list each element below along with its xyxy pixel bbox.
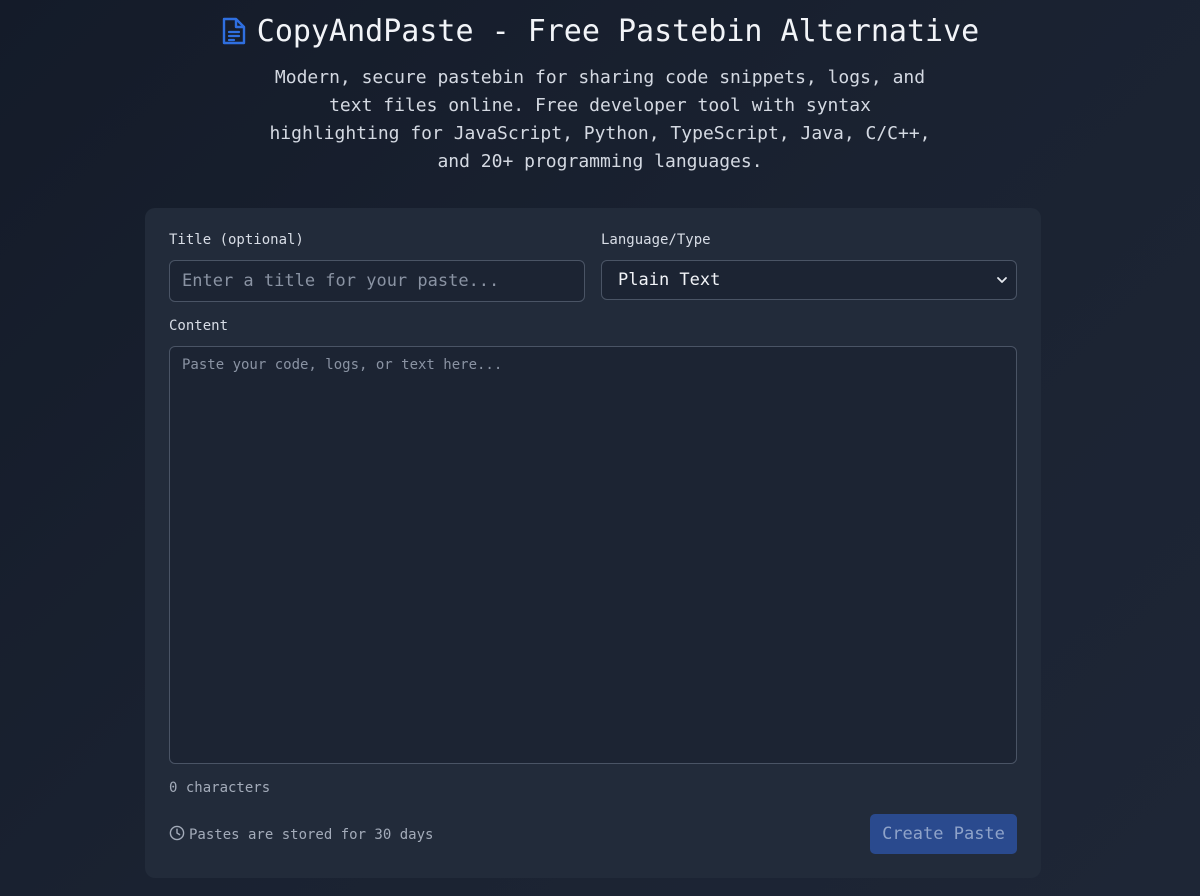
chevron-down-icon: [996, 271, 1008, 290]
title-input[interactable]: [169, 260, 585, 302]
language-select-value: Plain Text: [618, 270, 721, 290]
title-label: Title (optional): [169, 232, 304, 248]
paste-form-card: Title (optional) Language/Type Plain Tex…: [145, 208, 1041, 878]
page-title: CopyAndPaste - Free Pastebin Alternative: [256, 13, 980, 49]
document-icon: [221, 16, 247, 46]
language-label: Language/Type: [601, 232, 711, 248]
create-paste-button[interactable]: Create Paste: [870, 814, 1017, 854]
retention-notice: Pastes are stored for 30 days: [169, 825, 433, 845]
header: CopyAndPaste - Free Pastebin Alternative…: [0, 10, 1200, 176]
page: CopyAndPaste - Free Pastebin Alternative…: [0, 0, 1200, 896]
character-count: 0 characters: [169, 780, 271, 796]
language-select[interactable]: Plain Text: [601, 260, 1017, 300]
content-label: Content: [169, 318, 229, 334]
title-row: CopyAndPaste - Free Pastebin Alternative: [0, 10, 1200, 52]
retention-text: Pastes are stored for 30 days: [189, 827, 434, 843]
content-textarea[interactable]: [169, 346, 1017, 764]
page-subtitle: Modern, secure pastebin for sharing code…: [269, 67, 931, 172]
clock-icon: [169, 825, 185, 845]
